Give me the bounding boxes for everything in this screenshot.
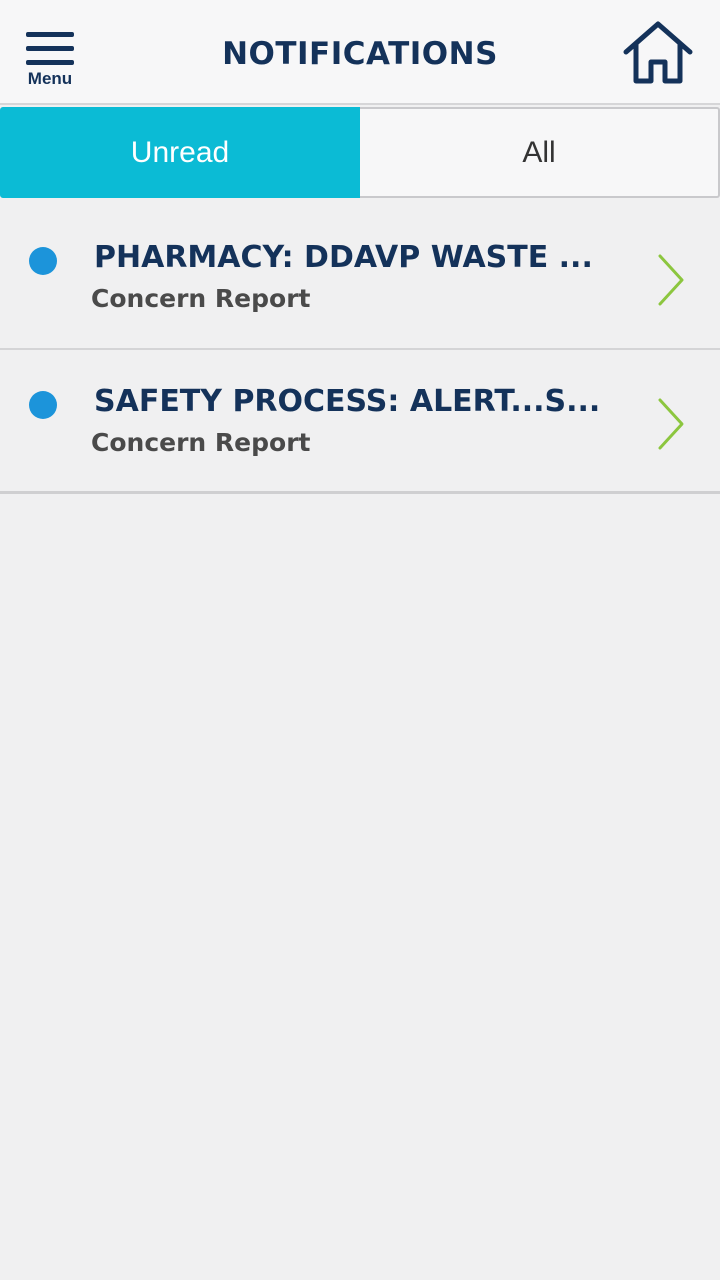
unread-dot-icon: [29, 247, 57, 275]
top-bar: Menu NOTIFICATIONS: [0, 0, 720, 105]
unread-dot-icon: [29, 391, 57, 419]
chevron-right-icon: [654, 396, 688, 452]
home-icon: [623, 21, 693, 84]
notification-title: SAFETY PROCESS: ALERT...S...: [94, 384, 601, 419]
notification-title: PHARMACY: DDAVP WASTE ...: [94, 240, 593, 275]
notification-list: PHARMACY: DDAVP WASTE ... Concern Report…: [0, 206, 720, 494]
notification-item[interactable]: SAFETY PROCESS: ALERT...S... Concern Rep…: [0, 350, 720, 494]
chevron-right-icon: [654, 252, 688, 308]
tab-unread[interactable]: Unread: [0, 107, 360, 198]
hamburger-menu-icon: [26, 32, 74, 66]
home-button[interactable]: [622, 20, 694, 86]
menu-button[interactable]: Menu: [22, 30, 78, 90]
notification-subtitle: Concern Report: [91, 284, 311, 313]
tab-all[interactable]: All: [360, 107, 720, 198]
notification-item[interactable]: PHARMACY: DDAVP WASTE ... Concern Report: [0, 206, 720, 350]
page-title: NOTIFICATIONS: [222, 36, 498, 72]
menu-label: Menu: [27, 69, 73, 88]
notifications-screen: Menu NOTIFICATIONS Unread All PHARMACY: …: [0, 0, 720, 1280]
filter-tabs: Unread All: [0, 107, 720, 198]
notification-subtitle: Concern Report: [91, 428, 311, 457]
